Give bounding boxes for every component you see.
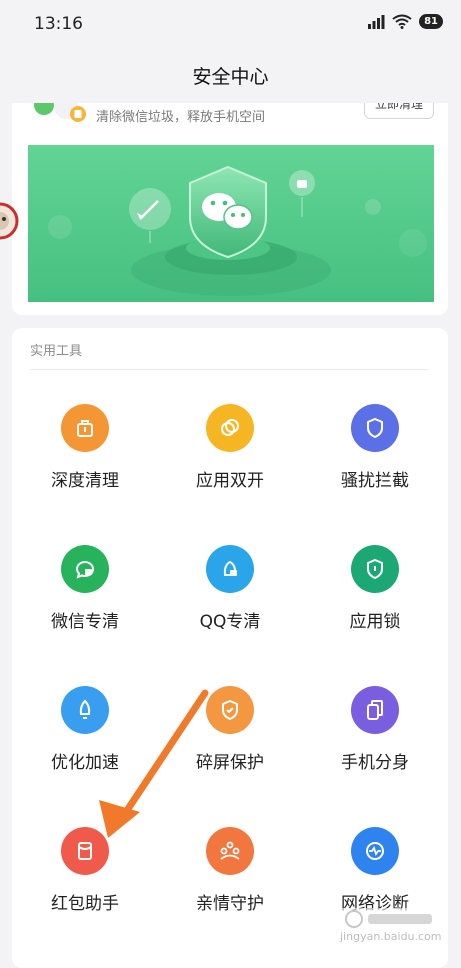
tool-label: 微信专清 [51,612,119,632]
signal-icon [368,14,385,29]
mascot-icon[interactable] [0,192,22,250]
wechat-clean-card: 清除微信垃圾，释放手机空间 立即清理 [12,103,448,315]
tool-app-lock[interactable]: 应用锁 [302,545,448,665]
section-title: 实用工具 [30,344,83,359]
battery-indicator: 81 [419,14,443,29]
tool-label: 亲情守护 [196,894,264,914]
tool-qq-clean[interactable]: QQ专清 [157,545,303,665]
tools-card: 实用工具 深度清理 应用双开 骚扰拦截 微信专清 QQ专清 应用锁 优化加速 碎… [12,328,448,968]
tool-screen-protect[interactable]: 碎屏保护 [157,686,303,806]
tool-family-guard[interactable]: 亲情守护 [157,827,303,947]
tool-label: 应用锁 [349,612,401,632]
tool-label: QQ专清 [199,612,261,632]
status-icons: 81 [367,14,443,29]
network-icon [351,827,399,875]
tool-label: 应用双开 [196,471,264,491]
wifi-icon [392,14,412,29]
page-title: 安全中心 [192,66,269,88]
phone-copy-icon [351,686,399,734]
tool-label: 红包助手 [51,894,119,914]
tool-spam-block[interactable]: 骚扰拦截 [302,404,448,524]
rocket-icon [61,686,109,734]
lock-shield-icon [351,545,399,593]
tool-red-envelope[interactable]: 红包助手 [12,827,158,947]
trash-badge-icon [34,103,86,122]
qq-clean-icon [206,545,254,593]
bag-icon [61,404,109,452]
tool-label: 深度清理 [51,471,119,491]
tool-dual-apps[interactable]: 应用双开 [157,404,303,524]
dual-circle-icon [206,404,254,452]
tool-optimize[interactable]: 优化加速 [12,686,158,806]
tool-label: 优化加速 [51,753,119,773]
red-envelope-icon [61,827,109,875]
tool-deep-clean[interactable]: 深度清理 [12,404,158,524]
tool-label: 碎屏保护 [196,753,264,773]
security-banner [28,145,434,302]
clean-now-button[interactable]: 立即清理 [364,103,434,119]
tool-label: 手机分身 [341,753,409,773]
shield-icon [351,404,399,452]
tool-label: 骚扰拦截 [341,471,409,491]
watermark-text: jingyan.baidu.com [340,930,442,943]
wechat-clean-icon [61,545,109,593]
clean-description: 清除微信垃圾，释放手机空间 [96,110,266,125]
tool-phone-clone[interactable]: 手机分身 [302,686,448,806]
family-icon [206,827,254,875]
baidu-watermark-logo [340,908,440,930]
section-divider [30,369,430,370]
shield-check-icon [206,686,254,734]
tool-wechat-clean[interactable]: 微信专清 [12,545,158,665]
status-time: 13:16 [34,14,83,34]
status-bar: 13:16 81 [0,0,461,50]
